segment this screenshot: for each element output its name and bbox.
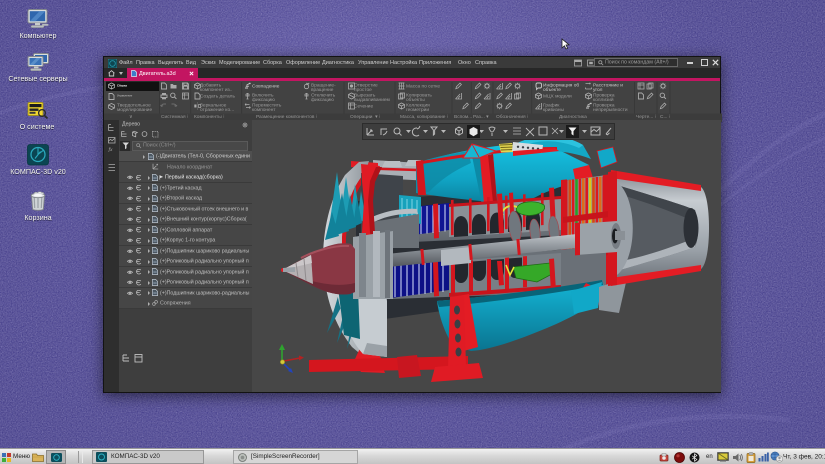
svg-text:fx: fx (109, 146, 114, 153)
